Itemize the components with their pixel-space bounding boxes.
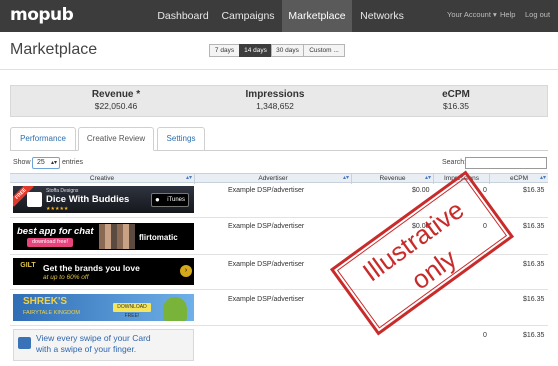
banner-download-button: DOWNLOAD FREE! (113, 303, 151, 319)
impressions-value: 1,348,652 (256, 101, 294, 111)
range-custom-button[interactable]: Custom ... (303, 44, 345, 57)
banner-download-button: download free! (27, 238, 73, 247)
banner-brand: flirtomatic (139, 233, 178, 242)
search-input[interactable] (465, 157, 547, 169)
column-header-revenue[interactable]: Revenue ▴▾ (352, 174, 434, 184)
banner-line-2: with a swipe of your finger. (36, 343, 137, 354)
photo-collage-image (99, 224, 135, 249)
column-header-creative[interactable]: Creative ▴▾ (10, 174, 195, 184)
tab-performance[interactable]: Performance (10, 127, 76, 151)
banner-subtitle: FAIRYTALE KINGDOM (23, 310, 80, 316)
impressions-cell: 0 (483, 187, 487, 194)
impressions-stat: Impressions 1,348,652 (205, 89, 345, 111)
nav-marketplace[interactable]: Marketplace (282, 0, 352, 32)
advertiser-cell: Example DSP/advertiser (228, 187, 305, 194)
revenue-label: Revenue * (91, 89, 141, 100)
range-14-days-button[interactable]: 14 days (239, 44, 272, 57)
show-label: Show (13, 159, 31, 166)
creative-banner-dice-with-buddies[interactable]: FREE Stoffa Designs Dice With Buddies ★★… (13, 186, 194, 213)
revenue-column-label: Revenue (379, 175, 406, 182)
summary-stats: Revenue * $22,050.46 Impressions 1,348,6… (10, 85, 548, 117)
table-row[interactable]: View every swipe of your Card with a swi… (10, 326, 548, 366)
column-header-ecpm[interactable]: eCPM ▴▾ (490, 174, 548, 184)
gilt-logo: GILT (20, 262, 36, 269)
entries-per-page-value: 25 (37, 159, 45, 166)
advertiser-cell: Example DSP/advertiser (228, 261, 305, 268)
banner-title: Get the brands you love (43, 263, 140, 273)
banner-title: SHREK'S (23, 296, 68, 307)
banner-subtitle: at up to 60% off (43, 274, 89, 281)
sort-icon: ▴▾ (539, 175, 546, 181)
banner-title: best app for chat (17, 226, 94, 237)
entries-per-page-select[interactable]: 25 ▴▾ (32, 157, 60, 169)
ecpm-label: eCPM (442, 89, 470, 100)
ecpm-column-label: eCPM (509, 175, 529, 182)
ecpm-cell: $16.35 (523, 296, 545, 303)
dice-icon (27, 192, 42, 207)
header-divider (0, 69, 558, 70)
creative-banner-flirtomatic[interactable]: best app for chat download free! flirtom… (13, 223, 194, 250)
nav-networks[interactable]: Networks (352, 0, 412, 32)
sort-icon: ▴▾ (185, 175, 192, 181)
banner-line-1: View every swipe of your Card (36, 333, 151, 343)
sort-icon: ▴▾ (342, 175, 349, 181)
tab-creative-review[interactable]: Creative Review (78, 127, 154, 151)
top-nav-bar: mopub Dashboard Campaigns Marketplace Ne… (0, 0, 558, 32)
impressions-cell: 0 (483, 332, 487, 339)
ecpm-value: $16.35 (443, 101, 469, 111)
range-30-days-button[interactable]: 30 days (271, 44, 304, 57)
nav-dashboard[interactable]: Dashboard (148, 0, 218, 32)
logout-link[interactable]: Log out (525, 0, 550, 32)
ecpm-stat: eCPM $16.35 (386, 89, 526, 111)
column-header-advertiser[interactable]: Advertiser ▴▾ (195, 174, 352, 184)
date-range-selector: 7 days 14 days 30 days Custom ... (209, 44, 345, 57)
impressions-label: Impressions (245, 89, 305, 100)
creative-banner-gilt[interactable]: GILT Get the brands you love at up to 60… (13, 258, 194, 285)
tab-settings[interactable]: Settings (157, 127, 205, 151)
banner-title: Dice With Buddies (46, 194, 130, 205)
revenue-stat: Revenue * $22,050.46 (46, 89, 186, 111)
your-account-menu[interactable]: Your Account ▾ (447, 0, 497, 32)
credit-card-icon (18, 337, 31, 349)
creative-banner-shrek[interactable]: SHREK'S FAIRYTALE KINGDOM DOWNLOAD FREE! (13, 294, 194, 321)
apple-icon: ● (155, 195, 160, 204)
ecpm-cell: $16.35 (523, 332, 545, 339)
table-row[interactable]: SHREK'S FAIRYTALE KINGDOM DOWNLOAD FREE!… (10, 290, 548, 326)
shrek-character-image (163, 297, 187, 321)
search-label: Search: (442, 159, 467, 166)
banner-title: View every swipe of your Card with a swi… (36, 333, 151, 354)
advertiser-column-label: Advertiser (258, 175, 288, 182)
revenue-cell: $0.00 (412, 187, 430, 194)
ecpm-cell: $16.35 (523, 261, 545, 268)
arrow-right-icon: › (180, 265, 192, 277)
advertiser-cell: Example DSP/advertiser (228, 296, 305, 303)
nav-campaigns[interactable]: Campaigns (218, 0, 278, 32)
ecpm-cell: $16.35 (523, 187, 545, 194)
ecpm-cell: $16.35 (523, 223, 545, 230)
creative-banner-amex[interactable]: View every swipe of your Card with a swi… (13, 329, 194, 361)
page-title: Marketplace (10, 41, 98, 58)
sort-icon: ▴▾ (424, 175, 431, 181)
mopub-logo[interactable]: mopub (10, 5, 74, 25)
revenue-value: $22,050.46 (94, 101, 138, 111)
help-link[interactable]: Help (500, 0, 515, 32)
advertiser-cell: Example DSP/advertiser (228, 223, 305, 230)
rating-stars-icon: ★★★★★ (46, 206, 69, 212)
creative-column-label: Creative (89, 175, 115, 182)
chevron-updown-icon: ▴▾ (50, 160, 57, 166)
entries-label: entries (62, 159, 84, 166)
itunes-label: iTunes (167, 197, 185, 203)
range-7-days-button[interactable]: 7 days (209, 44, 240, 57)
itunes-badge: ● iTunes (151, 193, 189, 207)
